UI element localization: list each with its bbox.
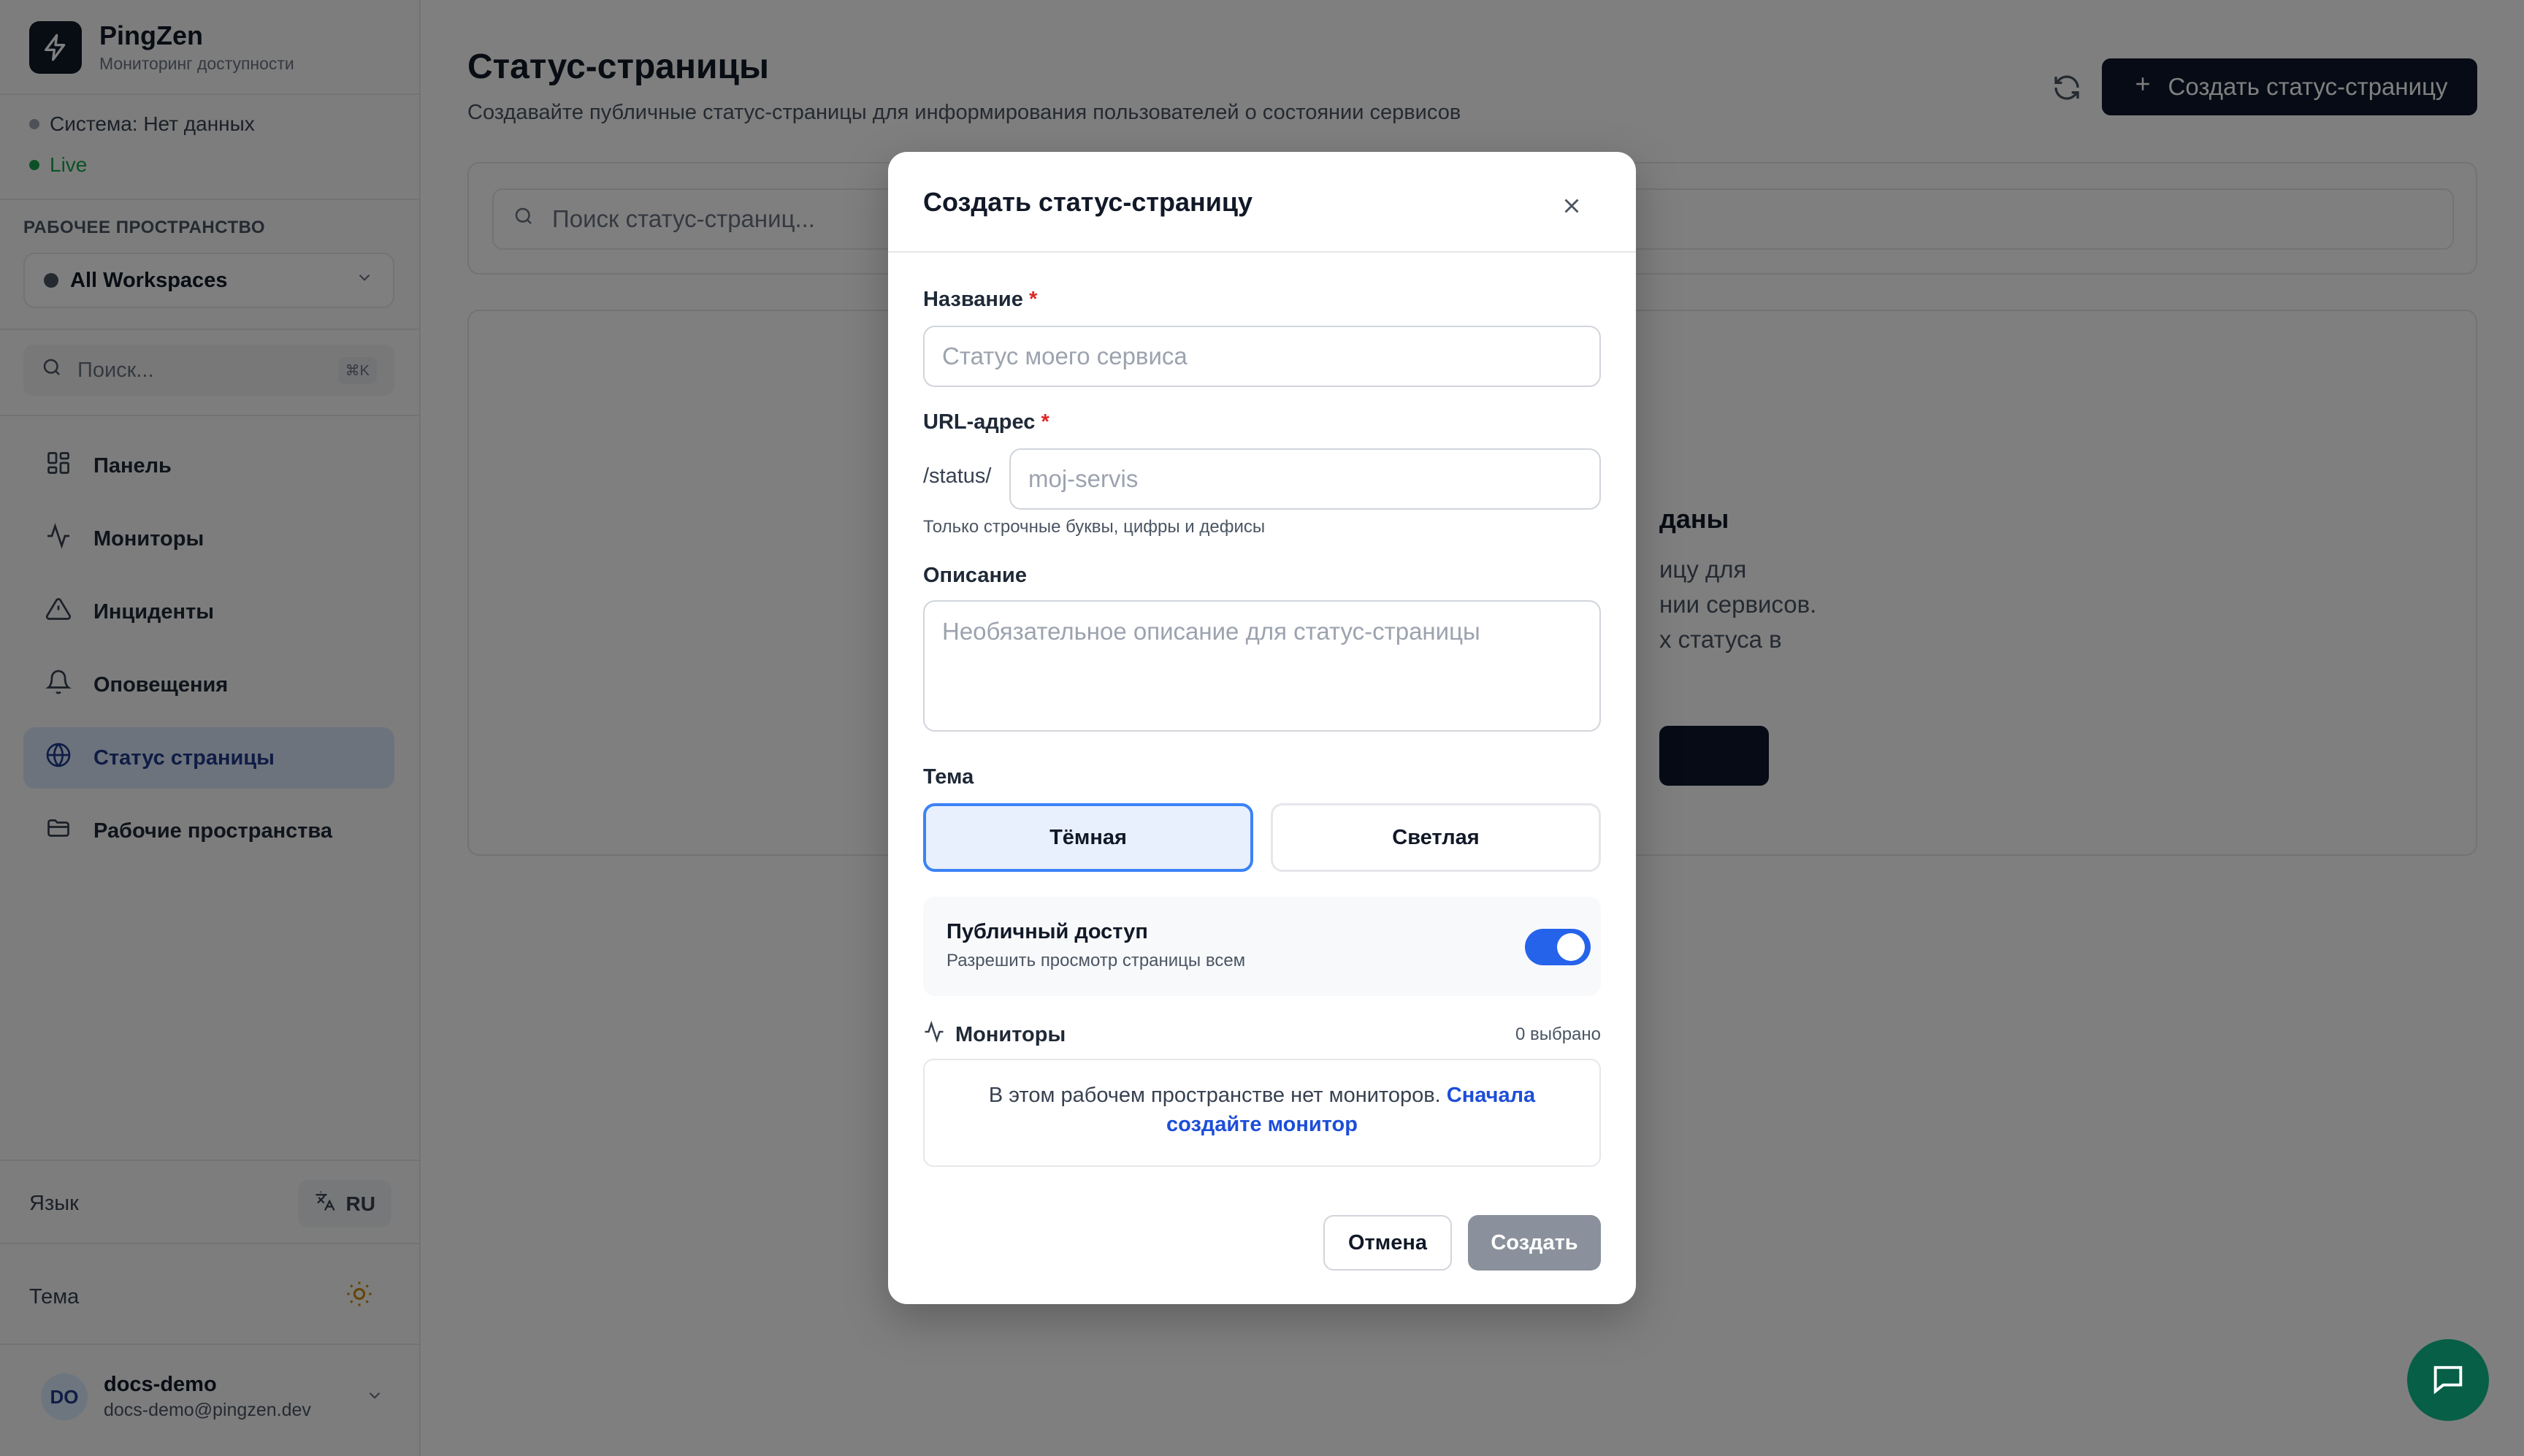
toggle-knob: [1557, 933, 1585, 961]
public-access-toggle[interactable]: [1525, 929, 1591, 965]
public-access-subtitle: Разрешить просмотр страницы всем: [946, 951, 1246, 970]
theme-light-button[interactable]: Светлая: [1271, 803, 1601, 872]
cancel-button[interactable]: Отмена: [1323, 1215, 1452, 1271]
name-placeholder: Статус моего сервиса: [942, 342, 1188, 369]
divider: [888, 251, 1636, 253]
url-label: URL-адрес *: [923, 410, 1049, 434]
required-marker: *: [1028, 288, 1038, 311]
monitors-empty-text: В этом рабочем пространстве нет мониторо…: [988, 1084, 1441, 1107]
app-root: PingZen Мониторинг доступности Система: …: [0, 0, 2524, 1456]
chat-icon: [2429, 1360, 2467, 1401]
activity-icon: [923, 1020, 945, 1049]
create-button[interactable]: Создать: [1468, 1215, 1601, 1271]
description-label: Описание: [923, 564, 1027, 587]
url-placeholder: moj-servis: [1028, 465, 1139, 492]
create-status-page-dialog: Создать статус-страницу Название * Стату…: [888, 152, 1636, 1304]
public-access-title: Публичный доступ: [946, 920, 1148, 943]
monitors-count: 0 выбрано: [1515, 1024, 1601, 1044]
theme-label: Тема: [923, 765, 974, 789]
name-label-text: Название: [923, 288, 1023, 311]
url-label-text: URL-адрес: [923, 410, 1036, 434]
close-icon[interactable]: [1554, 188, 1589, 223]
url-hint: Только строчные буквы, цифры и дефисы: [923, 517, 1266, 537]
required-marker: *: [1041, 410, 1049, 434]
monitors-header: Мониторы 0 выбрано: [923, 1020, 1601, 1049]
dialog-title: Создать статус-страницу: [923, 187, 1253, 217]
description-placeholder: Необязательное описание для статус-стран…: [942, 618, 1480, 645]
monitors-empty-box: В этом рабочем пространстве нет мониторо…: [923, 1059, 1601, 1167]
description-textarea[interactable]: Необязательное описание для статус-стран…: [923, 600, 1601, 732]
chat-button[interactable]: [2407, 1339, 2489, 1421]
theme-dark-button[interactable]: Тёмная: [923, 803, 1253, 872]
url-prefix: /status/: [923, 464, 992, 488]
name-label: Название *: [923, 288, 1037, 312]
name-input[interactable]: Статус моего сервиса: [923, 326, 1601, 387]
monitors-label: Мониторы: [955, 1022, 1066, 1046]
url-slug-input[interactable]: moj-servis: [1009, 448, 1601, 510]
public-access-row: Публичный доступ Разрешить просмотр стра…: [923, 897, 1601, 996]
